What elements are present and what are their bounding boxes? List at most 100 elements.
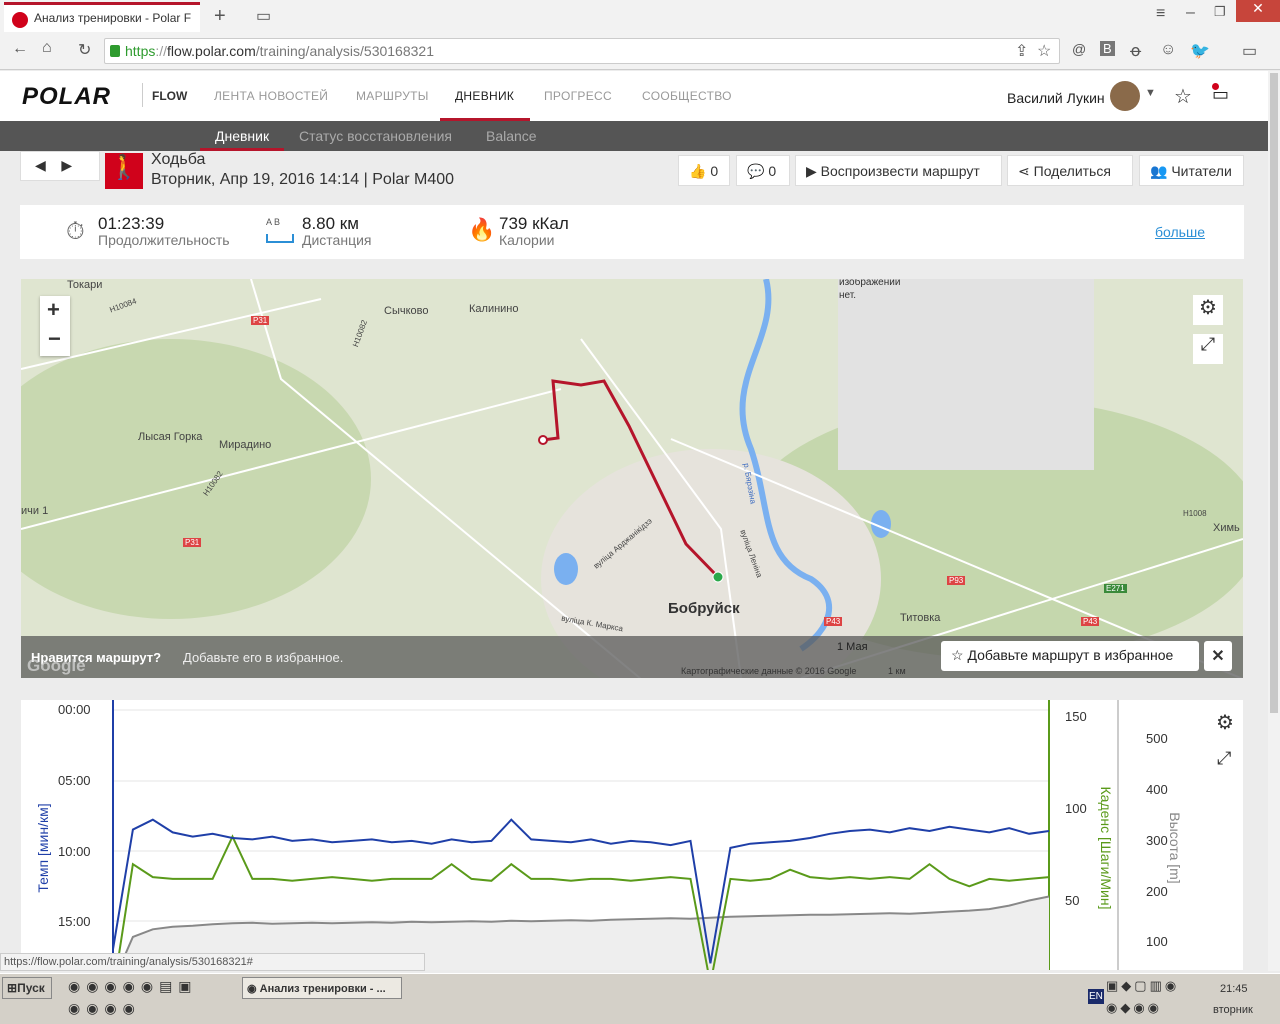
url-path: /training/analysis/530168321 xyxy=(255,43,434,59)
road-badge: Р93 xyxy=(947,576,966,585)
readers-label: Читатели xyxy=(1171,163,1232,179)
home-icon[interactable]: ⌂ xyxy=(42,39,52,57)
nav-diary[interactable]: ДНЕВНИК xyxy=(455,89,514,103)
lake xyxy=(554,553,578,585)
minimize-icon[interactable]: – xyxy=(1186,4,1195,22)
bookmark-star-icon[interactable]: ☆ xyxy=(1037,41,1051,61)
close-window-icon[interactable]: ✕ xyxy=(1236,0,1280,22)
flow-label: FLOW xyxy=(152,89,188,103)
prev-next-buttons[interactable]: ◀ ▶ xyxy=(20,151,100,181)
notification-dot xyxy=(1212,83,1219,90)
nav-routes[interactable]: МАРШРУТЫ xyxy=(356,89,429,103)
altitude-axis-label: Высота [m] xyxy=(1167,812,1183,884)
replay-route-button[interactable]: ▶ Воспроизвести маршрут xyxy=(795,155,1002,186)
reload-icon[interactable]: ↻ xyxy=(78,40,91,60)
status-bar: https://flow.polar.com/training/analysis… xyxy=(0,953,425,971)
url-host: flow.polar.com xyxy=(167,43,256,59)
url-input[interactable]: https://flow.polar.com/training/analysis… xyxy=(104,38,1060,64)
tray-icons[interactable]: ▣◆▢▥◉ xyxy=(1106,978,1179,994)
top-nav: POLAR FLOW ЛЕНТА НОВОСТЕЙ МАРШРУТЫ ДНЕВН… xyxy=(0,71,1268,121)
close-promo-icon[interactable]: ✕ xyxy=(1204,641,1232,671)
mail-icon[interactable]: @ xyxy=(1072,41,1086,57)
nav-feed[interactable]: ЛЕНТА НОВОСТЕЙ xyxy=(214,89,328,103)
summary-bar: ⏱ 01:23:39 Продолжительность A B 8.80 км… xyxy=(20,205,1244,259)
subnav-balance[interactable]: Balance xyxy=(486,128,537,144)
cadence-axis-label: Каденс [Шаги/Мин] xyxy=(1098,786,1114,910)
nav-community[interactable]: СООБЩЕСТВО xyxy=(642,89,732,103)
altitude-tick: 300 xyxy=(1146,833,1168,848)
moi-mir-icon[interactable]: ☺ xyxy=(1160,41,1176,59)
altitude-tick: 100 xyxy=(1146,934,1168,949)
promo-text: Добавьте его в избранное. xyxy=(183,650,344,665)
new-tab-icon[interactable]: + xyxy=(214,5,226,28)
language-indicator[interactable]: EN xyxy=(1088,989,1104,1004)
menu-icon[interactable]: ≡ xyxy=(1156,5,1165,23)
subnav-recovery[interactable]: Статус восстановления xyxy=(299,128,452,144)
distance-value: 8.80 км xyxy=(302,214,359,233)
page-scrollbar[interactable] xyxy=(1268,71,1280,971)
tab-list-icon[interactable]: ▭ xyxy=(256,6,271,26)
ok-icon[interactable]: ꝋ xyxy=(1130,41,1141,61)
calories-value: 739 кКал xyxy=(499,214,569,233)
road-badge: Р43 xyxy=(824,617,843,626)
road-badge: Р31 xyxy=(183,538,202,547)
twitter-icon[interactable]: 🐦 xyxy=(1190,41,1210,61)
scrollbar-thumb[interactable] xyxy=(1270,73,1278,713)
map-settings-gear-icon[interactable]: ⚙ xyxy=(1193,295,1223,325)
nav-progress[interactable]: ПРОГРЕСС xyxy=(544,89,612,103)
sub-nav: Дневник Статус восстановления Balance xyxy=(0,121,1268,151)
calories-label: Калории xyxy=(499,232,555,248)
duration-value: 01:23:39 xyxy=(98,214,165,233)
restore-icon[interactable]: ❐ xyxy=(1214,4,1226,20)
share-page-icon[interactable]: ⇪ xyxy=(1015,41,1028,61)
training-chart[interactable]: 00:00 05:00 10:00 15:00 Темп [мин/км] 15… xyxy=(21,700,1243,970)
comment-button[interactable]: 💬 0 xyxy=(736,155,790,186)
url-scheme: https xyxy=(125,43,156,59)
share-button[interactable]: ⋖ Поделиться xyxy=(1007,155,1133,186)
zoom-control: + − xyxy=(40,296,70,356)
map-label: изображений нет. xyxy=(839,279,901,301)
route-end-marker xyxy=(538,435,548,445)
stopwatch-icon: ⏱ xyxy=(66,218,85,245)
road-badge: Е271 xyxy=(1104,584,1127,593)
walking-icon: 🚶 xyxy=(105,153,143,189)
flame-icon: 🔥 xyxy=(468,217,496,242)
no-imagery-area xyxy=(838,279,1094,470)
chart-settings-gear-icon[interactable]: ⚙ xyxy=(1216,710,1234,735)
pace-tick: 00:00 xyxy=(58,702,91,717)
user-name[interactable]: Василий Лукин xyxy=(1007,90,1105,106)
subnav-diary[interactable]: Дневник xyxy=(215,128,269,144)
avatar[interactable] xyxy=(1110,81,1140,111)
chevron-down-icon[interactable]: ▼ xyxy=(1145,87,1156,99)
start-button[interactable]: ⊞Пуск xyxy=(2,977,52,999)
map-label: Бобруйск xyxy=(668,600,740,617)
zoom-out-icon[interactable]: − xyxy=(48,326,61,352)
favorites-star-icon[interactable]: ☆ xyxy=(1174,84,1192,109)
duration-label: Продолжительность xyxy=(98,232,230,248)
polar-logo[interactable]: POLAR xyxy=(22,83,111,111)
quick-launch-icons[interactable]: ◉◉◉◉ xyxy=(68,1000,141,1017)
taskbar-window-button[interactable]: ◉ Анализ тренировки - ... xyxy=(242,977,402,999)
vk-icon[interactable]: B xyxy=(1100,41,1115,56)
altitude-tick: 200 xyxy=(1146,884,1168,899)
add-to-favorites-button[interactable]: ☆ Добавьте маршрут в избранное xyxy=(941,641,1199,671)
readers-button[interactable]: 👥 Читатели xyxy=(1139,155,1244,186)
browser-tab[interactable]: Анализ тренировки - Polar F xyxy=(4,2,200,32)
like-button[interactable]: 👍 0 xyxy=(678,155,730,186)
map-label: Калинино xyxy=(469,303,519,315)
session-header: ◀ ▶ 🚶 Ходьба Вторник, Апр 19, 2016 14:14… xyxy=(20,151,1244,193)
chat-icon[interactable]: ▭ xyxy=(1242,41,1257,61)
zoom-in-icon[interactable]: + xyxy=(47,297,60,323)
fullscreen-icon[interactable]: ⤢ xyxy=(1193,334,1223,364)
more-link[interactable]: больше xyxy=(1155,224,1205,240)
tray-icons[interactable]: ◉◆◉◉ xyxy=(1106,1000,1162,1016)
route-map[interactable]: Токари Сычково Калинино Лысая Горка Мира… xyxy=(21,279,1243,678)
altitude-tick: 400 xyxy=(1146,782,1168,797)
chart-fullscreen-icon[interactable]: ⤢ xyxy=(1217,748,1231,769)
clock-day: вторник xyxy=(1213,1004,1253,1016)
route-start-marker xyxy=(712,571,724,583)
back-icon[interactable]: ← xyxy=(12,40,28,58)
google-logo: Google xyxy=(27,656,86,675)
ruler-icon xyxy=(266,234,294,243)
quick-launch-icons[interactable]: ◉◉◉◉◉▤▣ xyxy=(68,978,198,995)
